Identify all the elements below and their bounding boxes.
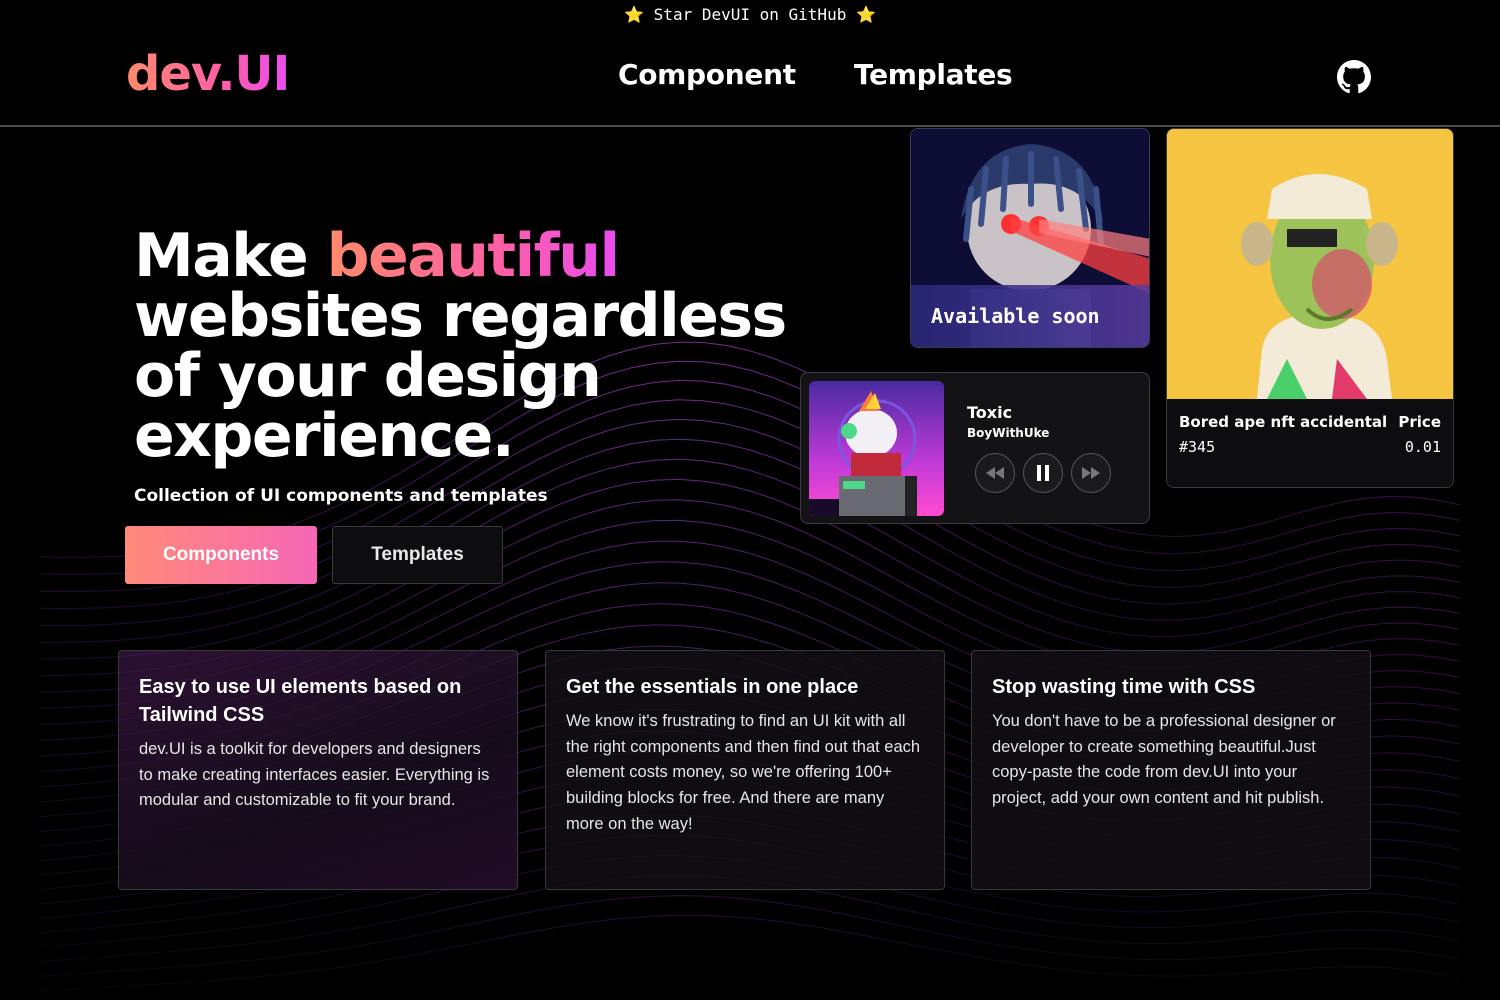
nav-link-component[interactable]: Component — [618, 58, 796, 91]
nft-price-label: Price — [1398, 413, 1441, 431]
track-title: Toxic — [967, 403, 1013, 422]
feature-body: dev.UI is a toolkit for developers and d… — [139, 740, 490, 810]
available-soon-label: Available soon — [911, 285, 1149, 347]
feature-card: Easy to use UI elements based on Tailwin… — [118, 650, 518, 890]
feature-card: Stop wasting time with CSS You don't hav… — [971, 650, 1371, 890]
nft-id: #345 — [1179, 438, 1216, 456]
pause-icon — [1037, 465, 1049, 481]
feature-title: Stop wasting time with CSS — [992, 676, 1256, 698]
rewind-button[interactable] — [975, 453, 1015, 493]
hero-title: Make beautiful websites regardless of yo… — [134, 226, 814, 466]
star-icon: ⭐ — [624, 5, 645, 24]
components-button[interactable]: Components — [125, 526, 317, 584]
track-artist: BoyWithUke — [967, 426, 1050, 440]
rewind-icon — [986, 467, 1004, 479]
pause-button[interactable] — [1023, 453, 1063, 493]
feature-title: Get the essentials in one place — [566, 676, 859, 698]
nft-image — [1167, 129, 1453, 399]
feature-body: You don't have to be a professional desi… — [992, 712, 1336, 808]
github-icon[interactable] — [1337, 60, 1371, 94]
nft-price: 0.01 — [1404, 438, 1441, 456]
music-player-card: Toxic BoyWithUke — [800, 372, 1150, 524]
feature-title: Easy to use UI elements based on Tailwin… — [139, 676, 462, 726]
feature-body: We know it's frustrating to find an UI k… — [566, 712, 921, 833]
hero-subtitle: Collection of UI components and template… — [134, 486, 548, 506]
feature-card: Get the essentials in one place We know … — [545, 650, 945, 890]
nft-card[interactable]: Bored ape nft accidental #345 Price 0.01 — [1166, 128, 1454, 488]
fast-forward-icon — [1082, 467, 1100, 479]
navbar: dev.UI Component Templates — [0, 30, 1500, 127]
nav-link-templates[interactable]: Templates — [854, 58, 1013, 91]
star-icon: ⭐ — [855, 5, 876, 24]
album-art — [809, 381, 944, 516]
nft-name: Bored ape nft accidental — [1179, 413, 1388, 431]
logo[interactable]: dev.UI — [126, 46, 290, 102]
announcement-text[interactable]: Star DevUI on GitHub — [654, 5, 847, 24]
announcement-bar[interactable]: ⭐ Star DevUI on GitHub ⭐ — [0, 0, 1500, 30]
templates-button[interactable]: Templates — [332, 526, 503, 584]
hero-title-rest: websites regardless of your design exper… — [134, 281, 787, 471]
available-soon-card[interactable]: Available soon — [910, 128, 1150, 348]
fast-forward-button[interactable] — [1071, 453, 1111, 493]
